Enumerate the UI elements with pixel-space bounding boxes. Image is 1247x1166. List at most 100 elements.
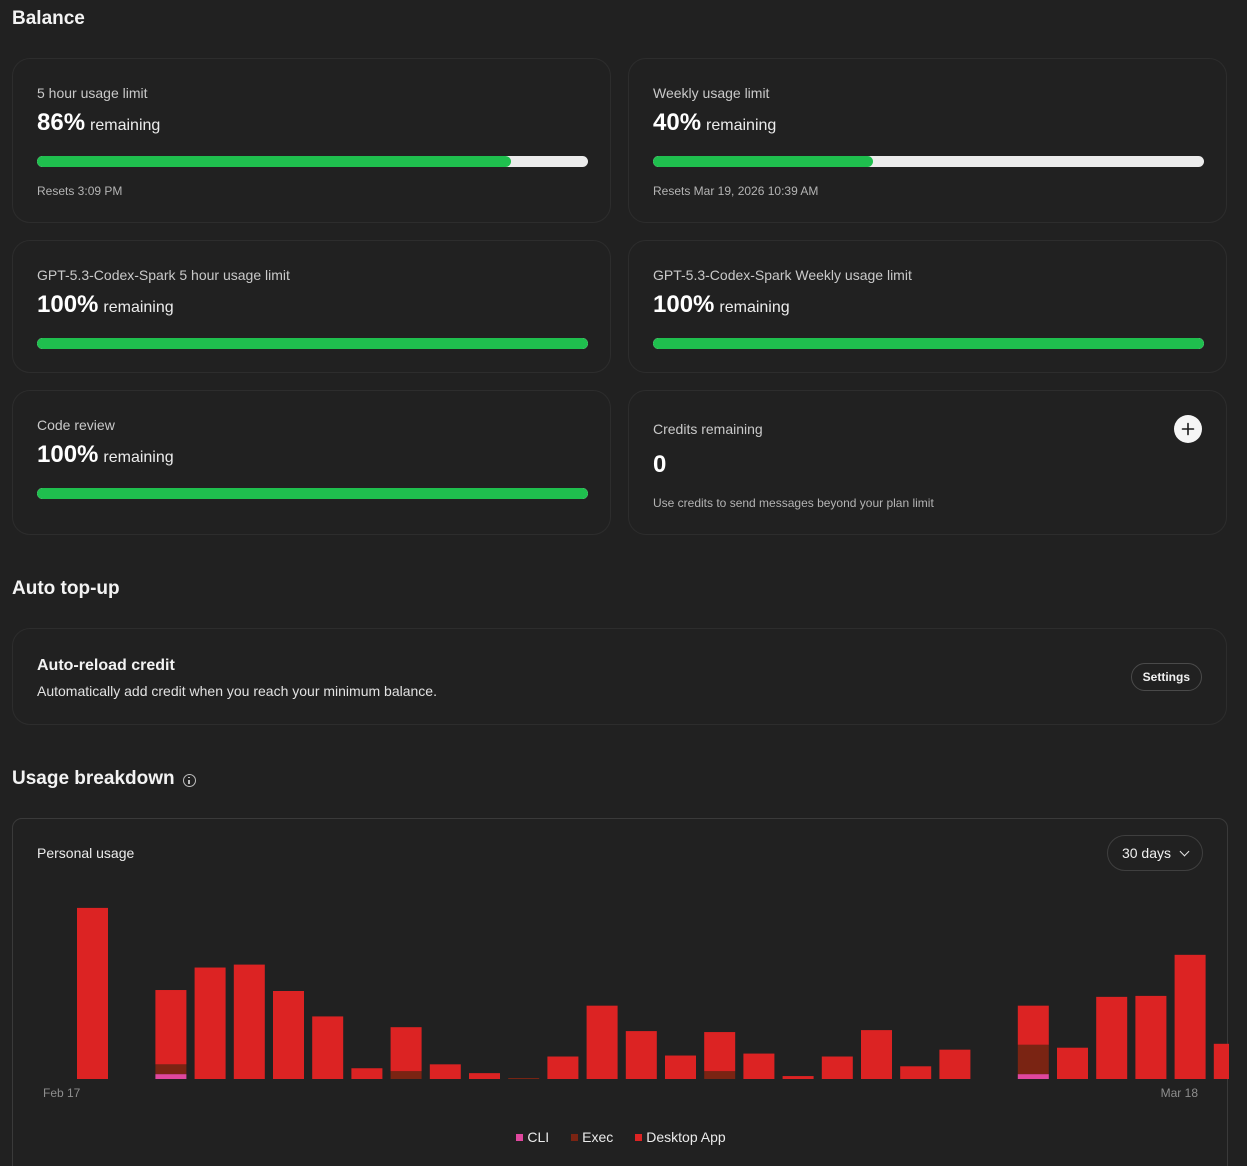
legend-item-exec: Exec — [571, 1129, 613, 1145]
usage-page: Balance 5 hour usage limit 86% remaining … — [0, 0, 1247, 1166]
remaining-suffix: remaining — [90, 117, 161, 134]
chart-legend: CLI Exec Desktop App — [13, 1129, 1229, 1145]
bar-segment[interactable] — [821, 1056, 853, 1079]
remaining-percent: 40% — [653, 109, 702, 136]
credits-label: Credits remaining — [653, 421, 763, 437]
progress-fill — [653, 338, 1204, 349]
auto-topup-title: Auto top-up — [12, 578, 120, 599]
bar-segment[interactable] — [1017, 1005, 1049, 1045]
bar-segment[interactable] — [1096, 996, 1128, 1079]
card-label: 5 hour usage limit — [37, 85, 148, 101]
bar-segment[interactable] — [1017, 1074, 1049, 1079]
bar-segment[interactable] — [939, 1049, 971, 1079]
bar-segment[interactable] — [743, 1053, 775, 1079]
progress-fill — [653, 156, 874, 167]
range-dropdown[interactable]: 30 days — [1106, 835, 1203, 871]
bar-segment[interactable] — [1017, 1044, 1049, 1075]
legend-item-desktop-app: Desktop App — [635, 1129, 726, 1145]
bar-segment[interactable] — [77, 907, 108, 1079]
bar-segment[interactable] — [155, 1064, 187, 1075]
bar-segment[interactable] — [155, 1074, 187, 1079]
remaining-percent: 100% — [653, 291, 715, 318]
usage-breakdown-title: Usage breakdown — [12, 768, 175, 789]
plus-icon — [1181, 422, 1195, 436]
bar-segment[interactable] — [704, 1071, 736, 1079]
card-label: GPT-5.3-Codex-Spark 5 hour usage limit — [37, 267, 290, 283]
progress-fill — [37, 156, 511, 167]
bar-segment[interactable] — [1135, 995, 1167, 1079]
bar-segment[interactable] — [429, 1064, 461, 1079]
five-hour-limit-card: 5 hour usage limit 86% remaining Resets 3… — [12, 58, 611, 223]
card-label: Code review — [37, 417, 115, 433]
legend-swatch — [635, 1133, 643, 1141]
bar-segment[interactable] — [782, 1076, 814, 1079]
progress-bar — [37, 488, 588, 499]
remaining-percent: 86% — [37, 109, 86, 136]
card-label: GPT-5.3-Codex-Spark Weekly usage limit — [653, 267, 912, 283]
bar-segment[interactable] — [469, 1073, 500, 1079]
personal-usage-title: Personal usage — [37, 845, 135, 861]
info-icon[interactable] — [182, 774, 196, 787]
progress-bar — [37, 156, 588, 167]
range-label: 30 days — [1121, 845, 1171, 861]
bar-segment[interactable] — [390, 1071, 422, 1079]
legend-label: Desktop App — [646, 1129, 726, 1145]
personal-usage-card: Personal usage 30 days Feb 17 Mar 18 CLI … — [12, 818, 1229, 1166]
bar-segment[interactable] — [351, 1068, 383, 1079]
bar-segment[interactable] — [704, 1032, 736, 1072]
remaining-percent: 100% — [37, 441, 99, 468]
auto-reload-card: Auto-reload credit Automatically add cre… — [12, 628, 1227, 725]
bar-segment[interactable] — [861, 1030, 892, 1079]
bar-segment[interactable] — [194, 967, 226, 1079]
bar-segment[interactable] — [155, 990, 187, 1065]
bar-segment[interactable] — [900, 1066, 932, 1079]
bar-segment[interactable] — [508, 1078, 540, 1079]
bar-segment[interactable] — [273, 991, 304, 1079]
credits-value: 0 — [653, 451, 667, 478]
spark-five-hour-limit-card: GPT-5.3-Codex-Spark 5 hour usage limit 1… — [12, 240, 611, 373]
credits-card: Credits remaining 0 Use credits to send … — [628, 390, 1227, 535]
bar-segment[interactable] — [547, 1056, 579, 1079]
reset-time: Resets 3:09 PM — [37, 184, 123, 198]
code-review-card: Code review 100% remaining — [12, 390, 611, 535]
bar-segment[interactable] — [1174, 954, 1206, 1079]
remaining-suffix: remaining — [706, 117, 777, 134]
chevron-down-icon — [1179, 846, 1190, 856]
auto-reload-description: Automatically add credit when you reach … — [37, 683, 437, 699]
weekly-limit-card: Weekly usage limit 40% remaining Resets M… — [628, 58, 1227, 223]
progress-bar — [37, 338, 588, 349]
remaining-suffix: remaining — [103, 299, 174, 316]
remaining-text: 100% remaining — [653, 291, 790, 319]
legend-item-cli: CLI — [516, 1129, 549, 1145]
progress-bar — [653, 156, 1204, 167]
progress-bar — [653, 338, 1204, 349]
remaining-text: 100% remaining — [37, 441, 174, 469]
credits-description: Use credits to send messages beyond your… — [653, 496, 934, 510]
usage-bar-chart: Feb 17 Mar 18 — [43, 907, 1229, 1100]
bar-segment[interactable] — [312, 1016, 344, 1079]
auto-reload-title: Auto-reload credit — [37, 657, 175, 674]
add-credits-button[interactable] — [1174, 415, 1202, 443]
progress-fill — [37, 488, 588, 499]
balance-title: Balance — [12, 8, 85, 29]
legend-swatch — [571, 1133, 579, 1141]
progress-fill — [37, 338, 588, 349]
remaining-text: 86% remaining — [37, 109, 160, 137]
spark-weekly-limit-card: GPT-5.3-Codex-Spark Weekly usage limit 1… — [628, 240, 1227, 373]
bar-segment[interactable] — [1213, 1043, 1229, 1079]
bar-segment[interactable] — [1057, 1047, 1088, 1079]
bar-segment[interactable] — [390, 1027, 422, 1072]
bar-segment[interactable] — [586, 1005, 618, 1079]
reset-time: Resets Mar 19, 2026 10:39 AM — [653, 184, 819, 198]
bar-segment[interactable] — [665, 1055, 696, 1079]
settings-button[interactable]: Settings — [1130, 663, 1202, 691]
remaining-text: 100% remaining — [37, 291, 174, 319]
bar-segment[interactable] — [233, 964, 265, 1079]
card-label: Weekly usage limit — [653, 85, 770, 101]
x-tick-label: Mar 18 — [1161, 1086, 1199, 1100]
remaining-suffix: remaining — [103, 449, 174, 466]
bar-segment[interactable] — [625, 1031, 657, 1079]
legend-swatch — [516, 1133, 524, 1141]
remaining-suffix: remaining — [719, 299, 790, 316]
legend-label: CLI — [527, 1129, 550, 1145]
